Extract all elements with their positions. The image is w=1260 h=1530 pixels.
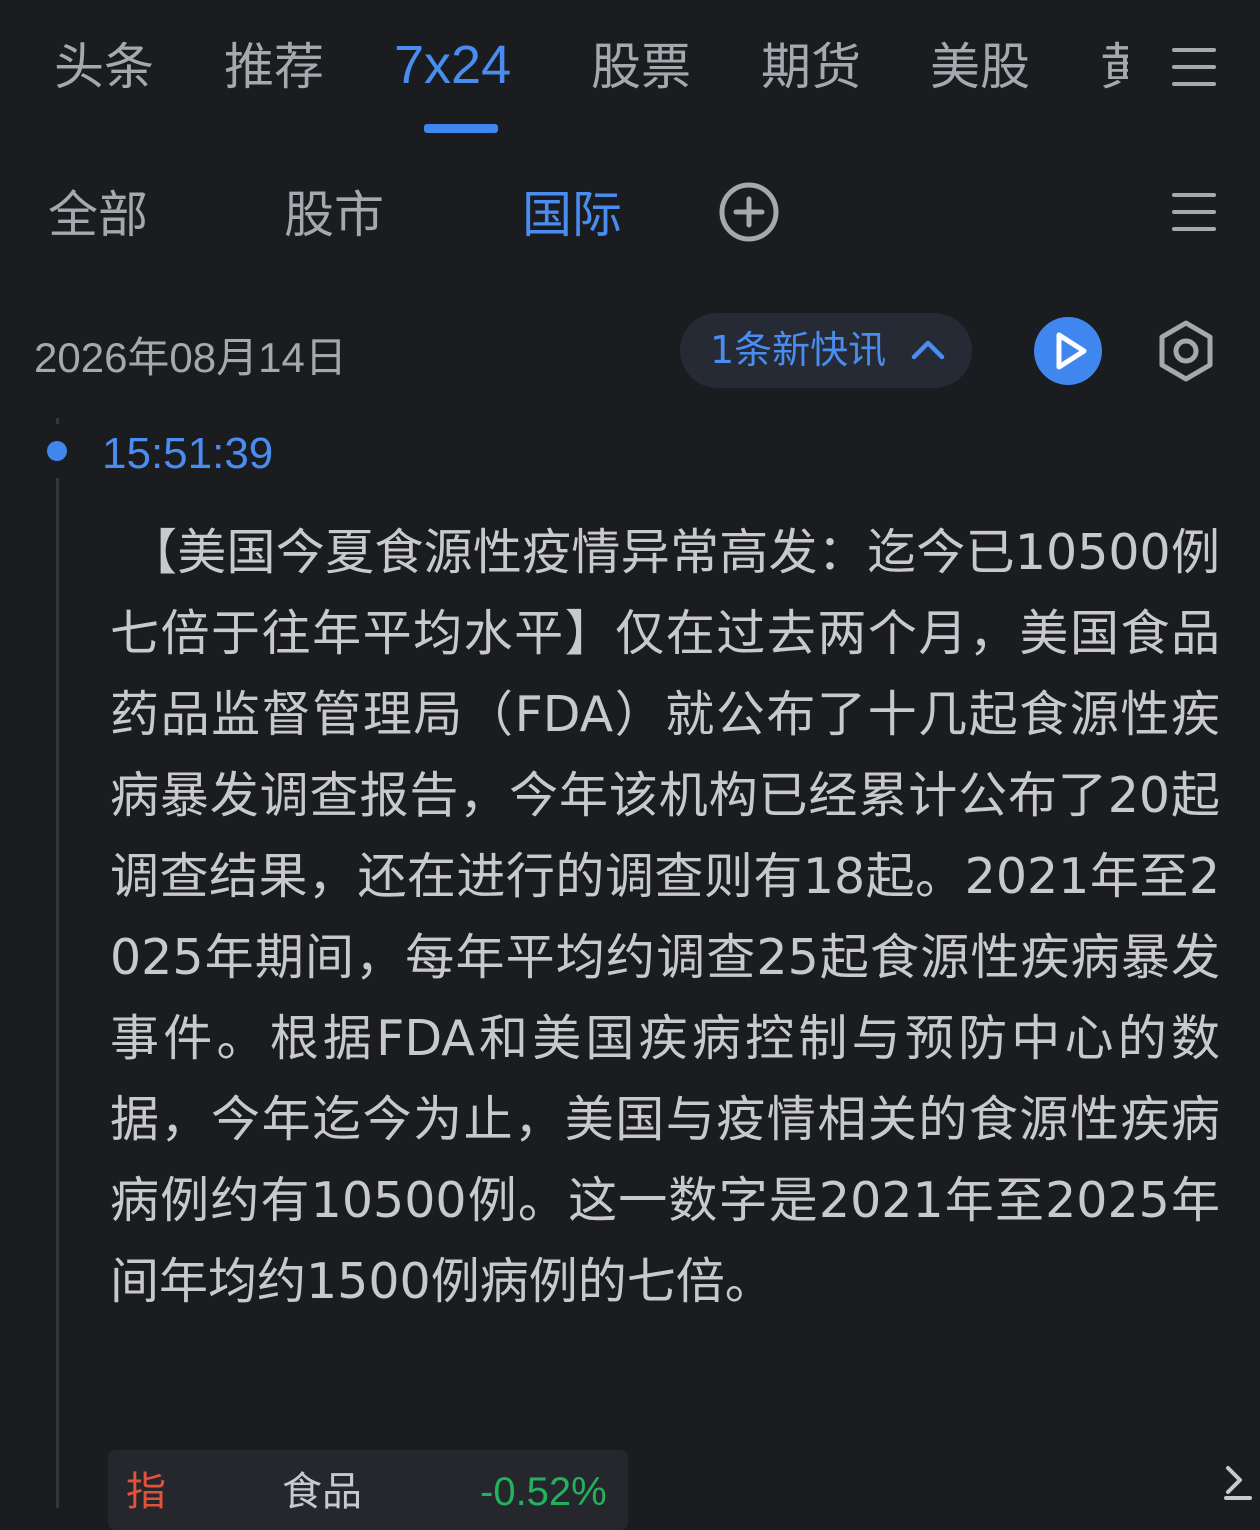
new-flash-button[interactable]: 1条新快讯 <box>680 313 972 388</box>
tab-stocks[interactable]: 股票 <box>591 32 691 102</box>
subtab-stock-market[interactable]: 股市 <box>284 180 384 250</box>
active-tab-indicator <box>424 124 498 133</box>
subtab-all[interactable]: 全部 <box>48 180 148 250</box>
stock-change: -0.52% <box>480 1470 607 1514</box>
tab-7x24[interactable]: 7x24 <box>394 30 511 100</box>
plus-circle-icon[interactable] <box>718 181 780 243</box>
timeline-line <box>56 478 59 1508</box>
hexagon-settings-icon[interactable] <box>1154 318 1218 384</box>
stock-name: 食品 <box>282 1469 362 1515</box>
news-content[interactable]: 【美国今夏食源性疫情异常高发：迄今已10500例 七倍于往年平均水平】仅在过去两… <box>110 512 1220 1322</box>
play-icon <box>1056 332 1087 370</box>
tab-futures[interactable]: 期货 <box>761 32 861 102</box>
news-time: 15:51:39 <box>102 429 274 478</box>
timeline-tick <box>56 418 59 424</box>
tab-headlines[interactable]: 头条 <box>54 32 154 102</box>
filter-menu-icon[interactable] <box>1172 193 1216 231</box>
subtab-international[interactable]: 国际 <box>522 180 622 250</box>
tab-gold-label: 黄 <box>1100 38 1128 96</box>
related-stock-card[interactable]: 指 食品 -0.52% <box>108 1450 628 1530</box>
new-flash-label: 1条新快讯 <box>710 328 887 372</box>
tab-us-stocks[interactable]: 美股 <box>930 32 1030 102</box>
feed-date: 2026年08月14日 <box>34 334 347 381</box>
top-tab-bar: 头条 推荐 7x24 股票 期货 美股 黄 <box>0 0 1260 140</box>
chevron-up-icon <box>911 340 945 360</box>
menu-icon[interactable] <box>1172 48 1216 86</box>
tab-gold-partial[interactable]: 黄 <box>1100 32 1128 102</box>
share-icon[interactable] <box>1222 1462 1252 1502</box>
index-tag: 指 <box>126 1469 166 1515</box>
tab-recommend[interactable]: 推荐 <box>224 32 324 102</box>
timeline-dot <box>47 441 67 461</box>
play-button[interactable] <box>1034 317 1102 385</box>
